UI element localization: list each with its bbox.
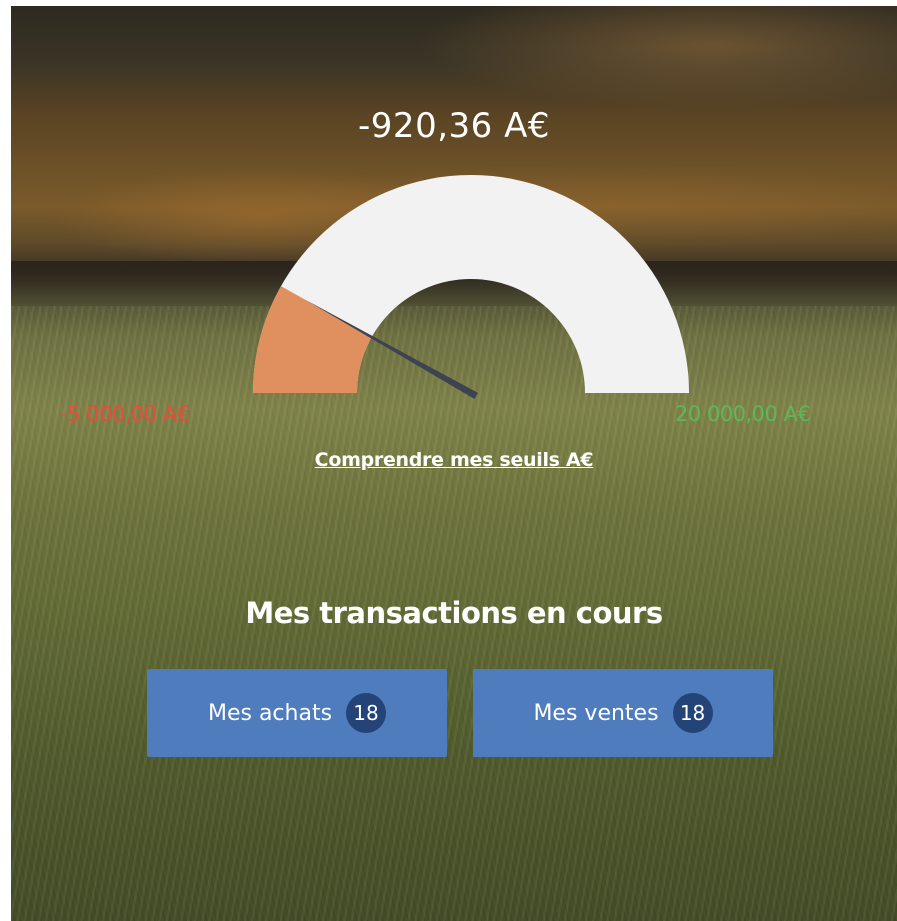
understand-thresholds-link[interactable]: Comprendre mes seuils A€ <box>11 449 897 471</box>
transactions-title: Mes transactions en cours <box>245 596 663 630</box>
dashboard-panel: -920,36 A€ -5 000,00 A€ 20 000,00 A€ Com… <box>11 6 897 921</box>
my-purchases-label: Mes achats <box>207 700 333 726</box>
purchases-count-badge: 18 <box>346 693 387 733</box>
sales-count-badge: 18 <box>672 693 713 733</box>
balance-gauge <box>253 175 689 399</box>
my-sales-button[interactable]: Mes ventes 18 <box>473 669 773 757</box>
gauge-min-label: -5 000,00 A€ <box>60 402 190 426</box>
gauge-max-label: 20 000,00 A€ <box>675 402 811 426</box>
my-sales-label: Mes ventes <box>533 700 659 726</box>
my-purchases-button[interactable]: Mes achats 18 <box>147 669 447 757</box>
